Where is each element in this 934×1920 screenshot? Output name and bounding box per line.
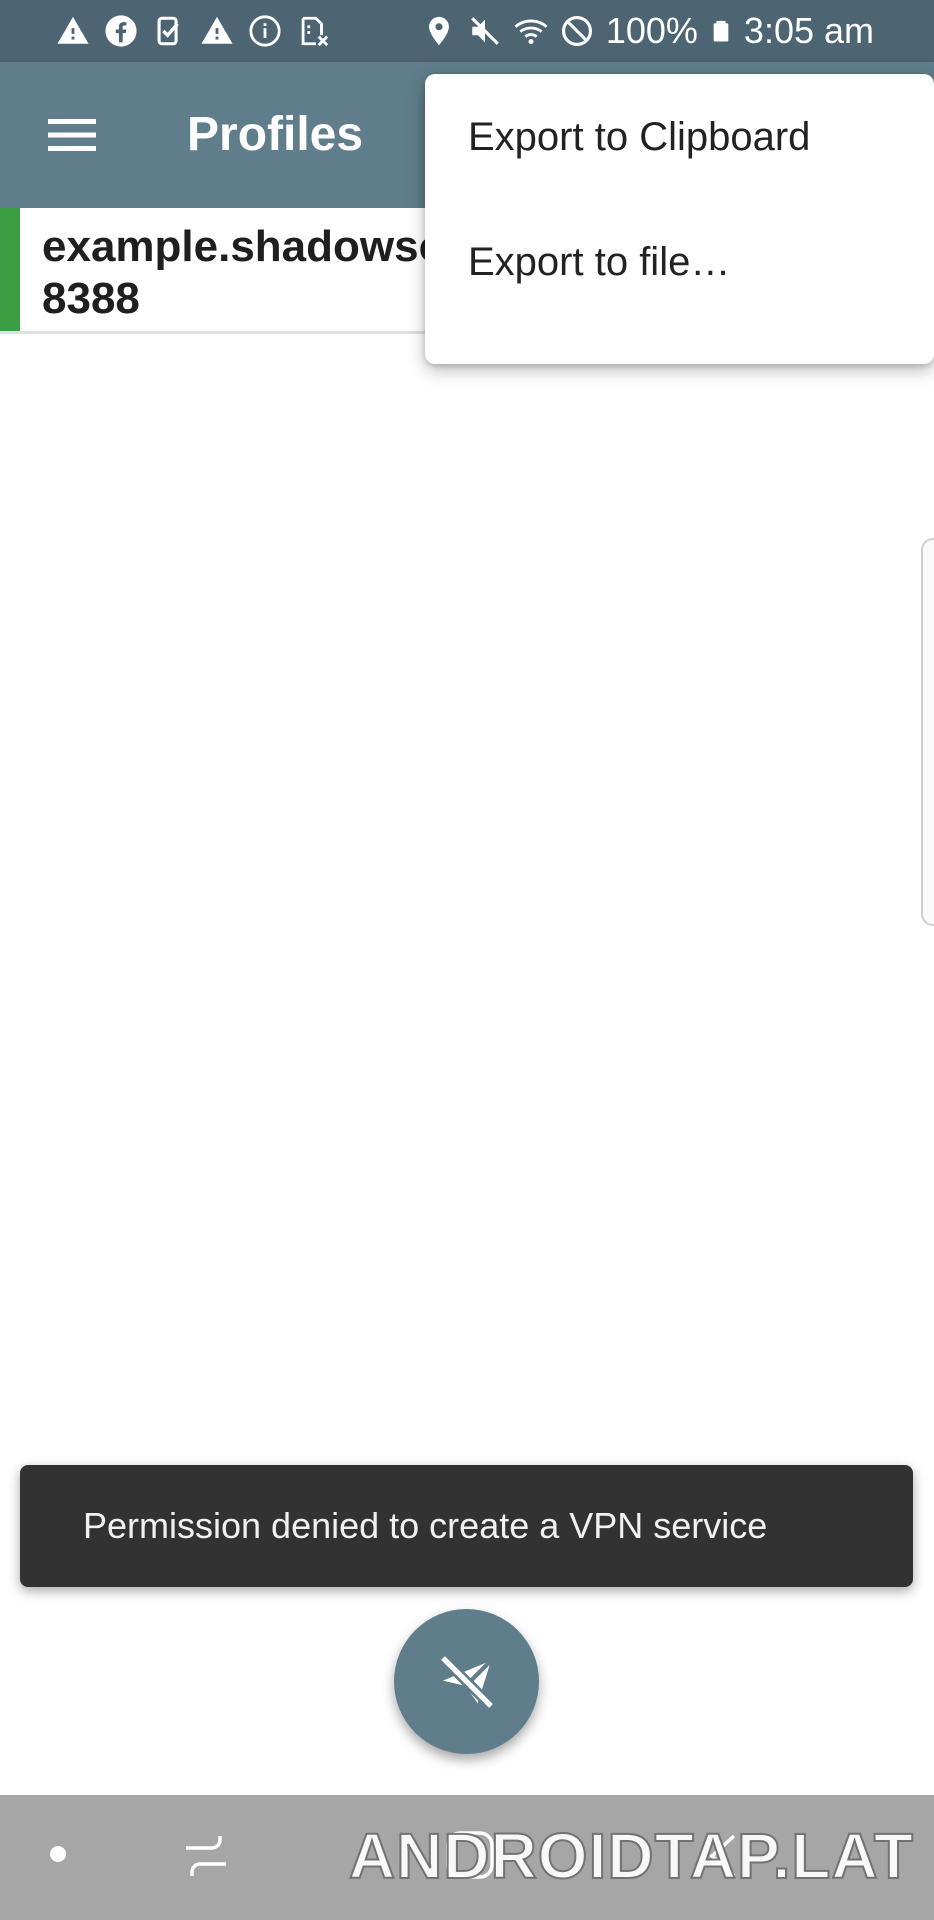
export-to-file-item[interactable]: Export to file… <box>425 200 934 325</box>
paper-plane-off-icon <box>438 1653 495 1710</box>
edge-panel-handle[interactable] <box>921 538 934 926</box>
task-check-icon <box>157 16 179 46</box>
warning-icon <box>201 16 233 44</box>
profile-selected-indicator <box>0 208 20 331</box>
do-not-disturb-icon <box>561 15 592 47</box>
hamburger-menu-icon <box>48 119 96 151</box>
info-icon <box>249 15 281 47</box>
export-to-clipboard-item[interactable]: Export to Clipboard <box>425 75 934 200</box>
watermark: ANDROIDTAP.LAT <box>348 1819 914 1893</box>
export-menu: Export to Clipboard Export to file… <box>425 74 934 364</box>
facebook-icon <box>105 15 137 47</box>
sim-off-icon <box>301 16 329 47</box>
battery-percentage: 100% <box>605 10 698 51</box>
page-title: Profiles <box>187 108 364 161</box>
recents-icon[interactable] <box>180 1830 232 1882</box>
location-icon <box>428 16 449 46</box>
mute-icon <box>470 17 499 45</box>
warning-icon <box>57 16 89 44</box>
battery-icon <box>713 20 729 42</box>
navigation-drawer-button[interactable] <box>34 105 110 165</box>
wifi-icon <box>514 19 548 45</box>
status-bar: 100% 3:05 am <box>0 0 934 62</box>
navigation-bar: ANDROIDTAP.LAT <box>0 1795 934 1920</box>
system-status: 100% 3:05 am <box>422 8 874 54</box>
snackbar: Permission denied to create a VPN servic… <box>20 1465 913 1587</box>
dot-icon[interactable] <box>50 1846 66 1862</box>
snackbar-message: Permission denied to create a VPN servic… <box>83 1505 768 1546</box>
connect-fab[interactable] <box>394 1609 539 1754</box>
notification-icons <box>56 8 330 54</box>
clock: 3:05 am <box>743 10 874 51</box>
